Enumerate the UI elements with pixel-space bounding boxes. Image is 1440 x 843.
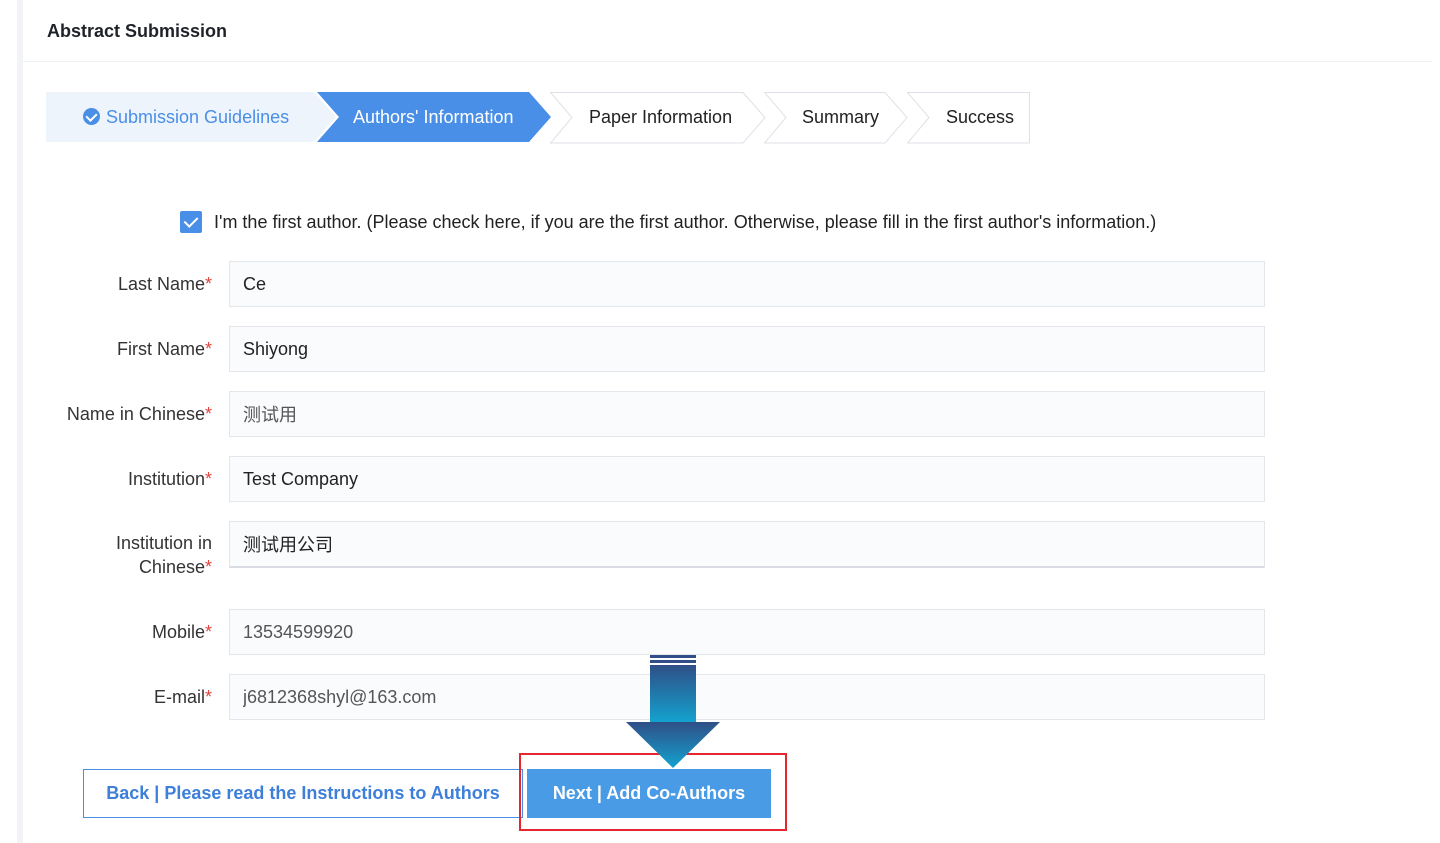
next-add-co-authors-button[interactable]: Next | Add Co-Authors [527, 769, 771, 818]
checkbox-checked-icon[interactable] [180, 211, 202, 233]
page-title: Abstract Submission [47, 21, 228, 41]
check-circle-icon [83, 108, 100, 125]
email-input[interactable] [229, 674, 1265, 720]
submission-steps: Submission Guidelines Authors' Informati… [46, 92, 1030, 144]
back-button[interactable]: Back | Please read the Instructions to A… [83, 769, 523, 818]
step-label-wrap: Submission Guidelines [83, 92, 289, 142]
step-paper-information[interactable]: Paper Information [550, 92, 768, 144]
name-in-chinese-label: Name in Chinese* [66, 404, 212, 424]
step-label-submission-guidelines: Submission Guidelines [106, 107, 290, 127]
name-in-chinese-input[interactable] [229, 391, 1265, 437]
first-name-label: First Name* [116, 339, 212, 359]
step-label-authors-information: Authors' Information [353, 107, 514, 127]
first-author-option: I'm the first author. (Please check here… [180, 210, 1156, 234]
email-label: E-mail* [153, 687, 212, 707]
step-label-success: Success [946, 107, 1015, 127]
mobile-input[interactable] [229, 609, 1265, 655]
mobile-label: Mobile* [151, 622, 212, 642]
step-authors-information[interactable]: Authors' Information [317, 92, 551, 144]
institution-input[interactable] [229, 456, 1265, 502]
step-label-summary: Summary [802, 107, 880, 127]
last-name-label: Last Name* [117, 274, 212, 294]
step-label-paper-information: Paper Information [589, 107, 733, 127]
step-success[interactable]: Success [907, 92, 1030, 144]
institution-in-chinese-label: Institution in Chinese* [115, 533, 212, 577]
last-name-input[interactable] [229, 261, 1265, 307]
first-author-label: I'm the first author. (Please check here… [214, 211, 1157, 232]
first-name-input[interactable] [229, 326, 1265, 372]
institution-in-chinese-input[interactable] [229, 521, 1265, 568]
institution-label: Institution* [127, 469, 212, 489]
title-divider [23, 61, 1432, 62]
step-summary[interactable]: Summary [764, 92, 910, 144]
step-submission-guidelines[interactable]: Submission Guidelines [46, 92, 336, 144]
down-arrow-icon [626, 655, 720, 768]
